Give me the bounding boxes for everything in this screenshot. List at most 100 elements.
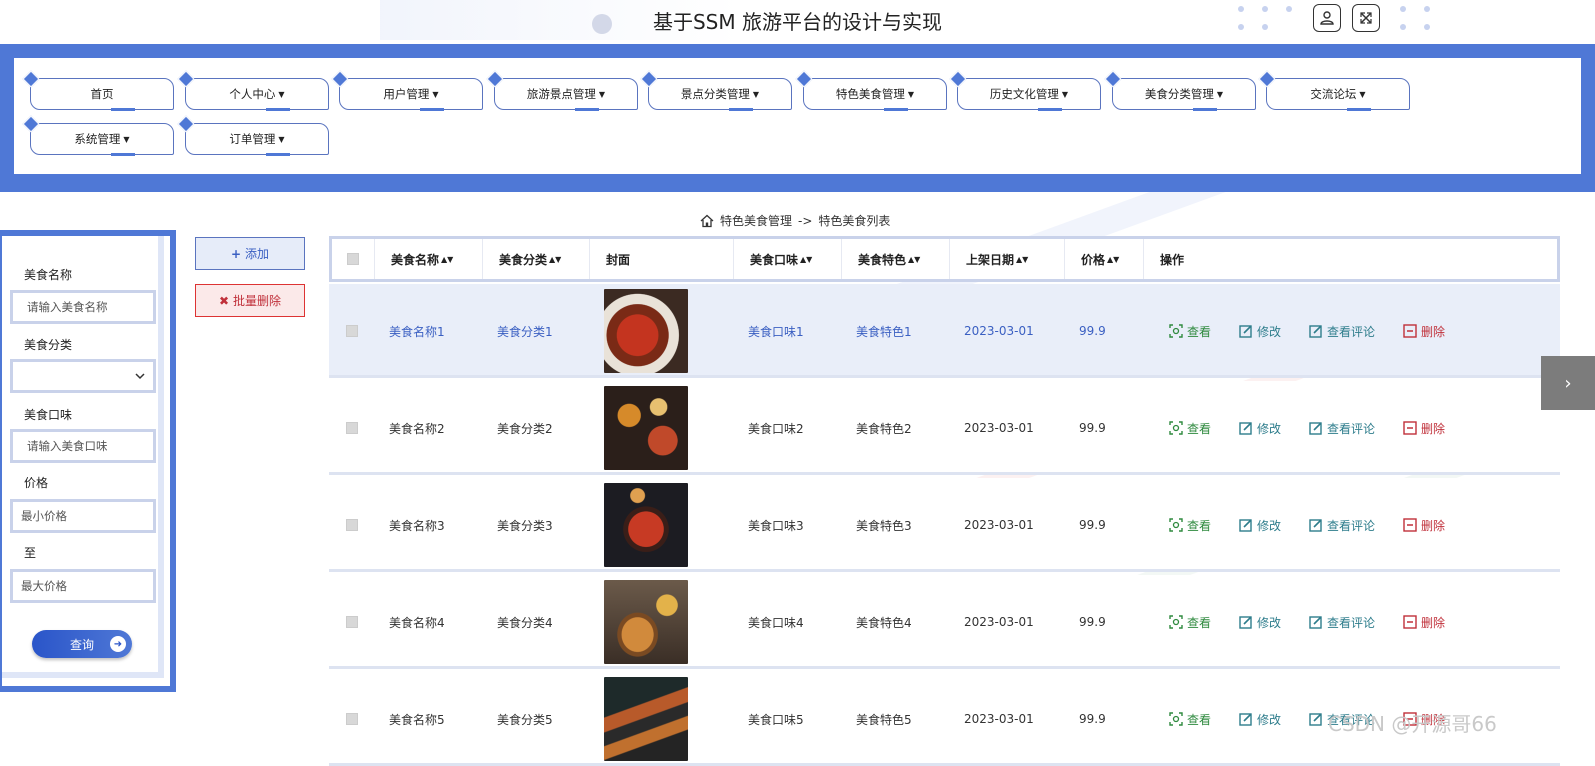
delete-button[interactable]: 删除	[1403, 575, 1445, 669]
nav-item-order-management[interactable]: 订单管理 ▼	[185, 123, 329, 156]
nav-item-spot-categories[interactable]: 景点分类管理 ▼	[648, 78, 792, 111]
delete-button[interactable]: 删除	[1403, 284, 1445, 378]
view-button[interactable]: 查看	[1169, 478, 1211, 572]
caret-down-icon: ▼	[123, 134, 130, 144]
delete-button[interactable]: 删除	[1403, 381, 1445, 475]
select-all-checkbox[interactable]	[347, 253, 359, 265]
nav-label: 系统管理	[74, 132, 121, 146]
edit-button[interactable]: 修改	[1239, 575, 1281, 669]
sort-icon: ▲▼	[800, 254, 813, 264]
cell-category: 美食分类4	[497, 615, 553, 630]
breadcrumb-current: 特色美食列表	[818, 214, 891, 228]
view-button[interactable]: 查看	[1169, 284, 1211, 378]
cell-category: 美食分类1	[497, 324, 553, 339]
nav-item-user-management[interactable]: 用户管理 ▼	[339, 78, 483, 111]
user-icon	[1320, 11, 1334, 25]
header-date[interactable]: 上架日期 ▲▼	[950, 239, 1065, 279]
nav-item-specialty-food[interactable]: 特色美食管理 ▼	[803, 78, 947, 111]
view-comments-label: 查看评论	[1327, 421, 1376, 436]
table-row[interactable]: 美食名称2 美食分类2 美食口味2 美食特色2 2023-03-01 99.9 …	[329, 381, 1560, 475]
delete-button[interactable]: 删除	[1403, 478, 1445, 572]
view-comments-button[interactable]: 查看评论	[1309, 284, 1375, 378]
nav-band: 首页 个人中心 ▼ 用户管理 ▼ 旅游景点管理 ▼ 景点分类管理 ▼ 特色美食管理 ▼ 历…	[0, 44, 1595, 192]
row-checkbox[interactable]	[346, 519, 358, 531]
header-price[interactable]: 价格 ▲▼	[1065, 239, 1144, 279]
cell-price: 99.9	[1079, 324, 1106, 338]
search-panel: 美食名称 请输入美食名称 美食分类 美食口味 请输入美食口味 价格 最小价格 至…	[0, 230, 176, 692]
edit-icon	[1309, 712, 1323, 726]
chevron-down-icon	[135, 373, 145, 380]
view-button[interactable]: 查看	[1169, 575, 1211, 669]
header-label: 上架日期	[966, 252, 1015, 267]
table-row[interactable]: 美食名称3 美食分类3 美食口味3 美食特色3 2023-03-01 99.9 …	[329, 478, 1560, 572]
food-category-select[interactable]	[10, 359, 156, 393]
header-category[interactable]: 美食分类 ▲▼	[483, 239, 590, 279]
edit-icon	[1239, 615, 1253, 629]
edit-button[interactable]: 修改	[1239, 284, 1281, 378]
user-profile-button[interactable]	[1313, 4, 1341, 32]
food-taste-input[interactable]: 请输入美食口味	[10, 429, 156, 463]
view-icon	[1169, 421, 1183, 435]
food-cover-image[interactable]	[604, 483, 688, 567]
nav-item-history-culture[interactable]: 历史文化管理 ▼	[957, 78, 1101, 111]
food-cover-image[interactable]	[604, 386, 688, 470]
add-button[interactable]: + 添加	[195, 237, 305, 270]
food-name-label: 美食名称	[24, 268, 73, 282]
food-name-input[interactable]: 请输入美食名称	[10, 290, 156, 324]
row-checkbox[interactable]	[346, 616, 358, 628]
header-name[interactable]: 美食名称 ▲▼	[375, 239, 483, 279]
batch-delete-button[interactable]: ✖ 批量删除	[195, 284, 305, 317]
cell-taste: 美食口味1	[748, 324, 804, 339]
sort-icon: ▲▼	[1107, 254, 1120, 264]
caret-down-icon: ▼	[907, 89, 915, 99]
edit-button[interactable]: 修改	[1239, 672, 1281, 766]
edit-button[interactable]: 修改	[1239, 478, 1281, 572]
food-cover-image[interactable]	[604, 580, 688, 664]
cell-feature: 美食特色2	[856, 421, 912, 436]
delete-label: 删除	[1421, 615, 1446, 630]
header-feature[interactable]: 美食特色 ▲▼	[842, 239, 950, 279]
view-comments-button[interactable]: 查看评论	[1309, 575, 1375, 669]
logout-button[interactable]	[1352, 4, 1380, 32]
view-button[interactable]: 查看	[1169, 381, 1211, 475]
nav-item-system-management[interactable]: 系统管理 ▼	[30, 123, 174, 156]
close-arrows-icon	[1360, 12, 1372, 24]
cell-price: 99.9	[1079, 615, 1106, 629]
header-taste[interactable]: 美食口味 ▲▼	[734, 239, 842, 279]
home-icon	[700, 214, 714, 227]
side-expand-tab[interactable]: ›	[1541, 356, 1595, 410]
view-comments-button[interactable]: 查看评论	[1309, 381, 1375, 475]
nav-item-scenic-spots[interactable]: 旅游景点管理 ▼	[494, 78, 638, 111]
cell-name: 美食名称2	[389, 421, 445, 436]
table-row[interactable]: 美食名称1 美食分类1 美食口味1 美食特色1 2023-03-01 99.9 …	[329, 284, 1560, 378]
nav-item-home[interactable]: 首页	[30, 78, 174, 111]
minus-square-icon	[1403, 518, 1417, 532]
row-checkbox[interactable]	[346, 713, 358, 725]
caret-down-icon: ▼	[752, 89, 760, 99]
search-form: 美食名称 请输入美食名称 美食分类 美食口味 请输入美食口味 价格 最小价格 至…	[2, 236, 164, 678]
cell-price: 99.9	[1079, 518, 1106, 532]
query-button[interactable]: 查询 ➜	[32, 630, 132, 658]
caret-down-icon: ▼	[278, 134, 285, 144]
breadcrumb-parent[interactable]: 特色美食管理	[720, 212, 792, 229]
cell-date: 2023-03-01	[964, 712, 1034, 726]
food-cover-image[interactable]	[604, 677, 688, 761]
caret-down-icon: ▼	[1359, 89, 1366, 99]
table-row[interactable]: 美食名称4 美食分类4 美食口味4 美食特色4 2023-03-01 99.9 …	[329, 575, 1560, 669]
min-price-input[interactable]: 最小价格	[10, 499, 156, 533]
view-button[interactable]: 查看	[1169, 672, 1211, 766]
cell-price: 99.9	[1079, 421, 1106, 435]
row-checkbox[interactable]	[346, 325, 358, 337]
sort-icon: ▲▼	[441, 254, 454, 264]
view-comments-button[interactable]: 查看评论	[1309, 478, 1375, 572]
nav-item-personal-center[interactable]: 个人中心 ▼	[185, 78, 329, 111]
nav-item-forum[interactable]: 交流论坛 ▼	[1266, 78, 1410, 111]
edit-button[interactable]: 修改	[1239, 381, 1281, 475]
nav-item-food-categories[interactable]: 美食分类管理 ▼	[1112, 78, 1256, 111]
food-cover-image[interactable]	[604, 289, 688, 373]
max-price-input[interactable]: 最大价格	[10, 569, 156, 603]
row-checkbox[interactable]	[346, 422, 358, 434]
cell-feature: 美食特色4	[856, 615, 912, 630]
edit-label: 修改	[1257, 518, 1282, 533]
batch-delete-label: 批量删除	[233, 294, 282, 308]
